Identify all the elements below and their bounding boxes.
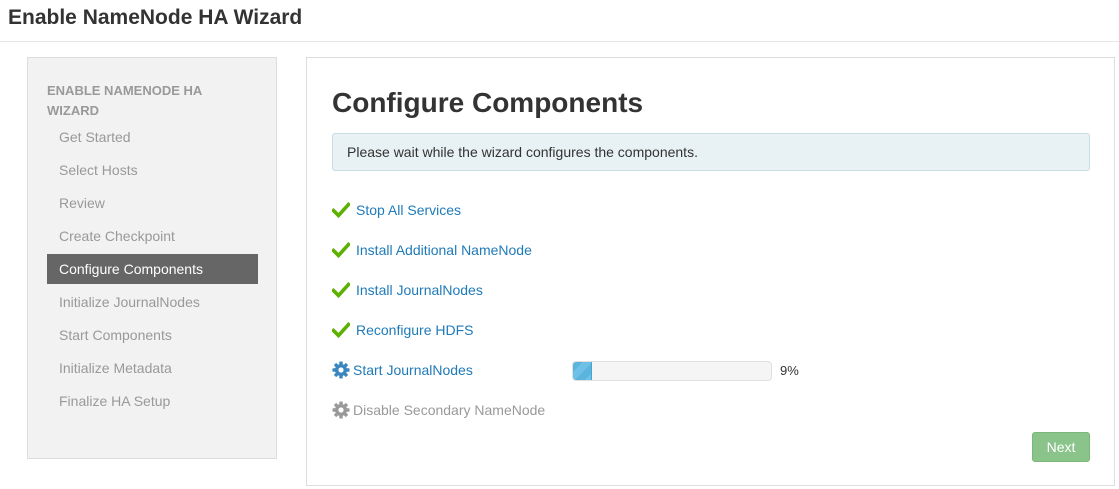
progress-bar (572, 361, 772, 381)
sidebar-item-initialize-journalnodes: Initialize JournalNodes (59, 294, 200, 310)
task-label-link[interactable]: Install JournalNodes (356, 278, 483, 302)
sidebar-item-configure-components[interactable]: Configure Components (47, 254, 258, 284)
check-icon (332, 321, 350, 339)
task-label-link[interactable]: Install Additional NameNode (356, 238, 532, 262)
info-alert: Please wait while the wizard configures … (332, 133, 1090, 171)
sidebar-item-create-checkpoint: Create Checkpoint (59, 228, 175, 244)
task-label-link[interactable]: Reconfigure HDFS (356, 318, 474, 342)
wizard-sidebar: ENABLE NAMENODE HA WIZARD Get Started Se… (27, 57, 277, 459)
page-title: Enable NameNode HA Wizard (8, 6, 303, 29)
sidebar-steps: Get Started Select Hosts Review Create C… (47, 122, 258, 419)
task-label-link[interactable]: Start JournalNodes (353, 358, 473, 382)
content-title: Configure Components (332, 87, 644, 118)
gear-icon (332, 401, 350, 419)
sidebar-heading: ENABLE NAMENODE HA WIZARD (47, 83, 202, 118)
task-label: Disable Secondary NameNode (353, 402, 546, 418)
sidebar-item-initialize-metadata: Initialize Metadata (59, 360, 172, 376)
page-header: Enable NameNode HA Wizard (0, 0, 1119, 42)
main-content: Configure Components Please wait while t… (306, 57, 1115, 486)
progress-bar-fill (573, 362, 592, 380)
gear-icon (332, 361, 350, 379)
sidebar-item-finalize-ha-setup: Finalize HA Setup (59, 393, 171, 409)
check-icon (332, 281, 350, 299)
check-icon (332, 241, 350, 259)
next-button[interactable]: Next (1032, 432, 1090, 462)
sidebar-item-start-components: Start Components (59, 327, 172, 343)
task-label-link[interactable]: Stop All Services (356, 198, 461, 222)
sidebar-item-select-hosts: Select Hosts (59, 162, 138, 178)
check-icon (332, 201, 350, 219)
sidebar-item-review: Review (59, 195, 105, 211)
progress-percent: 9% (780, 363, 799, 378)
sidebar-item-get-started: Get Started (59, 129, 131, 145)
